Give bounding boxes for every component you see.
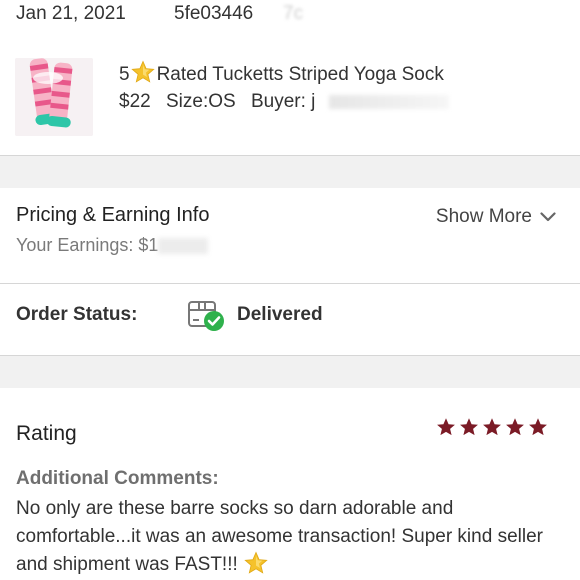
order-item[interactable]: 5 Rated Tucketts Striped Yoga Sock $22 S… [0,40,580,154]
item-price: $22 [119,91,151,112]
star-icon [483,418,501,436]
star-icon [130,60,155,90]
pricing-section: Pricing & Earning Info Your Earnings: $1… [0,188,580,284]
rating-section: Rating Additional Comments: No only are … [0,388,580,580]
order-id-redacted: 7c [283,3,304,24]
earnings-redacted [158,238,209,255]
buyer-name-redacted [329,94,450,109]
show-more-label: Show More [435,206,532,227]
item-title: Rated Tucketts Striped Yoga Sock [156,64,444,85]
order-id: 5fe03446 [174,3,254,24]
star-icon [460,418,478,436]
package-delivered-icon [187,298,227,332]
buyer-label: Buyer: j [250,91,316,112]
yoga-sock-image [15,58,93,136]
star-icon [506,418,524,436]
item-title-row[interactable]: 5 Rated Tucketts Striped Yoga Sock [119,60,444,90]
your-earnings: Your Earnings: $1 [16,235,209,256]
rating-stars [436,417,548,437]
section-separator [0,155,580,188]
earnings-label: Your Earnings: $1 [16,235,159,255]
comment-body: No only are these barre socks so darn ad… [16,498,543,575]
show-more-button[interactable]: Show More [436,206,556,228]
item-buyer: Buyer: j [251,91,459,112]
item-thumbnail[interactable] [15,58,93,136]
item-size: Size:OS [165,91,236,112]
rating-title: Rating [16,422,77,445]
additional-comments-label: Additional Comments: [16,468,219,489]
order-status-label: Order Status: [16,304,138,325]
item-rating-prefix: 5 [119,64,130,85]
pricing-title: Pricing & Earning Info [16,204,210,226]
star-icon [437,418,455,436]
order-date: Jan 21, 2021 [16,3,126,24]
additional-comments-text: No only are these barre socks so darn ad… [16,495,556,579]
order-status-value: Delivered [237,304,323,325]
section-separator [0,355,580,388]
order-status-section: Order Status: Delivered [0,285,580,355]
order-header: Jan 21, 2021 5fe03446 7c [0,0,580,40]
star-icon [529,418,547,436]
chevron-down-icon [540,212,556,222]
star-emoji-icon [244,551,268,574]
item-meta: $22 Size:OS Buyer: j [119,91,469,113]
